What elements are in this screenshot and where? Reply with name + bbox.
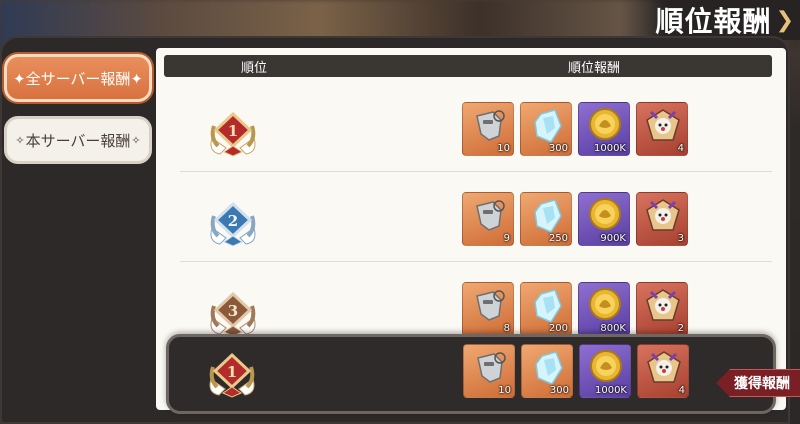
reward-items: 10 300 1000K 4 (462, 102, 688, 156)
gold-coin-icon (589, 288, 621, 320)
reward-item-whistle[interactable]: 10 (462, 102, 514, 156)
reward-item-whistle[interactable]: 9 (462, 192, 514, 246)
item-quantity: 800K (600, 323, 626, 334)
jester-icon (646, 289, 680, 321)
tab-global-server-reward[interactable]: ✦全サーバー報酬✦ (4, 54, 152, 102)
table-row: 3 8 200 800K 2 (180, 270, 772, 338)
item-quantity: 2 (677, 323, 684, 334)
reward-items: 10 300 1000K 4 (463, 344, 689, 398)
gold-coin-icon (589, 198, 621, 230)
reward-item-crystal[interactable]: 300 (521, 344, 573, 398)
whistle-icon (476, 200, 505, 231)
item-quantity: 3 (677, 233, 684, 244)
rank-medal-icon: 3 (210, 291, 256, 337)
jester-icon (646, 199, 680, 231)
medal-number: 2 (228, 212, 238, 230)
sparkle-icon: ✧ (131, 133, 141, 147)
item-quantity: 200 (548, 323, 568, 334)
reward-item-whistle[interactable]: 8 (462, 282, 514, 336)
item-quantity: 300 (548, 143, 568, 154)
reward-item-crystal[interactable]: 200 (520, 282, 572, 336)
medal-number: 3 (228, 302, 238, 320)
crystal-icon (534, 109, 562, 143)
item-quantity: 4 (678, 385, 685, 396)
rank-medal-icon: 2 (210, 201, 256, 247)
reward-item-gold[interactable]: 1000K (578, 102, 630, 156)
table-header: 順位 順位報酬 (164, 55, 772, 77)
reward-item-whistle[interactable]: 10 (463, 344, 515, 398)
title-bar: 順位報酬 ❯ (620, 0, 800, 40)
tab-label: 本サーバー報酬 (25, 131, 131, 150)
claim-label: 獲得報酬 (734, 376, 790, 392)
page-title: 順位報酬 (655, 5, 772, 38)
item-quantity: 10 (498, 385, 511, 396)
medal-number: 1 (227, 363, 237, 381)
reward-item-gold[interactable]: 800K (578, 282, 630, 336)
reward-items: 8 200 800K 2 (462, 282, 688, 336)
item-quantity: 10 (497, 143, 510, 154)
tab-this-server-reward[interactable]: ✧ 本サーバー報酬 ✧ (4, 116, 152, 164)
reward-item-crystal[interactable]: 300 (520, 102, 572, 156)
crystal-icon (535, 351, 563, 385)
tab-label: ✦全サーバー報酬✦ (13, 69, 143, 88)
table-row: 1 10 300 1000K 4 (180, 90, 772, 172)
medal-number: 1 (228, 122, 238, 140)
claimed-reward-badge: 獲得報酬 (716, 369, 800, 397)
item-quantity: 300 (549, 385, 569, 396)
header-reward: 順位報酬 (567, 61, 620, 76)
item-quantity: 900K (600, 233, 626, 244)
item-quantity: 1000K (594, 385, 627, 396)
my-rank-bar: 1 10 300 1000K 4 (166, 334, 776, 414)
header-rank: 順位 (240, 61, 267, 76)
chevron-right-icon[interactable]: ❯ (776, 8, 794, 33)
item-quantity: 1000K (593, 143, 626, 154)
reward-items: 9 250 900K 3 (462, 192, 688, 246)
item-quantity: 9 (503, 233, 510, 244)
crystal-icon (534, 199, 562, 233)
reward-item-jester[interactable]: 4 (636, 102, 688, 156)
crystal-icon (534, 289, 562, 323)
reward-item-gold[interactable]: 1000K (579, 344, 631, 398)
whistle-icon (477, 352, 506, 383)
whistle-icon (476, 290, 505, 321)
gold-coin-icon (589, 108, 621, 140)
rank-medal-icon: 1 (209, 352, 255, 398)
gold-coin-icon (590, 350, 622, 382)
reward-item-jester[interactable]: 2 (636, 282, 688, 336)
reward-item-jester[interactable]: 3 (636, 192, 688, 246)
table-row: 2 9 250 900K 3 (180, 180, 772, 262)
whistle-icon (476, 110, 505, 141)
jester-icon (646, 109, 680, 141)
reward-item-jester[interactable]: 4 (637, 344, 689, 398)
jester-icon (647, 351, 681, 383)
item-quantity: 8 (503, 323, 510, 334)
sparkle-icon: ✧ (15, 133, 25, 147)
item-quantity: 4 (677, 143, 684, 154)
reward-item-crystal[interactable]: 250 (520, 192, 572, 246)
reward-item-gold[interactable]: 900K (578, 192, 630, 246)
rank-medal-icon: 1 (210, 111, 256, 157)
item-quantity: 250 (548, 233, 568, 244)
